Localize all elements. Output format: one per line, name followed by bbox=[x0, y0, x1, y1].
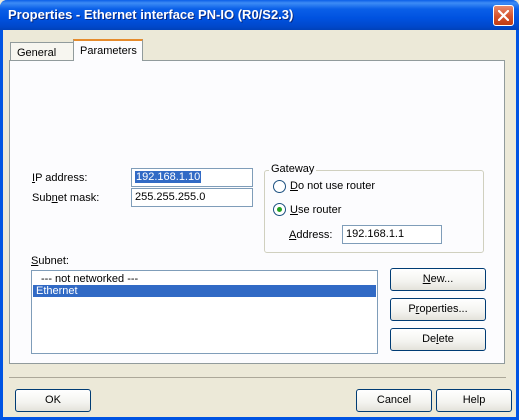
use-router-radio[interactable] bbox=[273, 203, 286, 216]
ip-address-input[interactable]: 192.168.1.10 bbox=[131, 168, 253, 187]
cancel-button[interactable]: Cancel bbox=[356, 389, 432, 412]
footer-divider bbox=[9, 377, 506, 378]
subnet-mask-label: Subnet mask: bbox=[32, 192, 100, 204]
gateway-group-title: Gateway bbox=[269, 163, 317, 175]
subnet-listbox[interactable]: --- not networked --- Ethernet bbox=[31, 270, 378, 354]
tab-general[interactable]: General bbox=[10, 42, 74, 60]
help-button[interactable]: Help bbox=[436, 389, 512, 412]
ok-button[interactable]: OK bbox=[15, 389, 91, 412]
tab-parameters[interactable]: Parameters bbox=[73, 39, 143, 61]
subnet-mask-input[interactable]: 255.255.255.0 bbox=[131, 188, 253, 207]
ip-address-label: IP address: bbox=[32, 172, 88, 184]
close-button[interactable] bbox=[493, 5, 514, 26]
window-title: Properties - Ethernet interface PN-IO (R… bbox=[8, 7, 294, 22]
use-router-label[interactable]: Use router bbox=[290, 204, 341, 216]
subnet-label: Subnet: bbox=[31, 255, 69, 267]
subnet-properties-button[interactable]: Properties... bbox=[390, 298, 486, 321]
subnet-list-item-not-networked[interactable]: --- not networked --- bbox=[33, 273, 376, 285]
title-bar[interactable]: Properties - Ethernet interface PN-IO (R… bbox=[0, 0, 519, 30]
router-address-label: Address: bbox=[289, 229, 333, 241]
router-address-input[interactable]: 192.168.1.1 bbox=[342, 225, 442, 244]
new-subnet-button[interactable]: New... bbox=[390, 268, 486, 291]
do-not-use-router-label[interactable]: Do not use router bbox=[290, 180, 375, 192]
close-icon bbox=[498, 10, 509, 21]
delete-subnet-button[interactable]: Delete bbox=[390, 328, 486, 351]
subnet-list-item-ethernet[interactable]: Ethernet bbox=[33, 285, 376, 297]
do-not-use-router-radio[interactable] bbox=[273, 180, 286, 193]
